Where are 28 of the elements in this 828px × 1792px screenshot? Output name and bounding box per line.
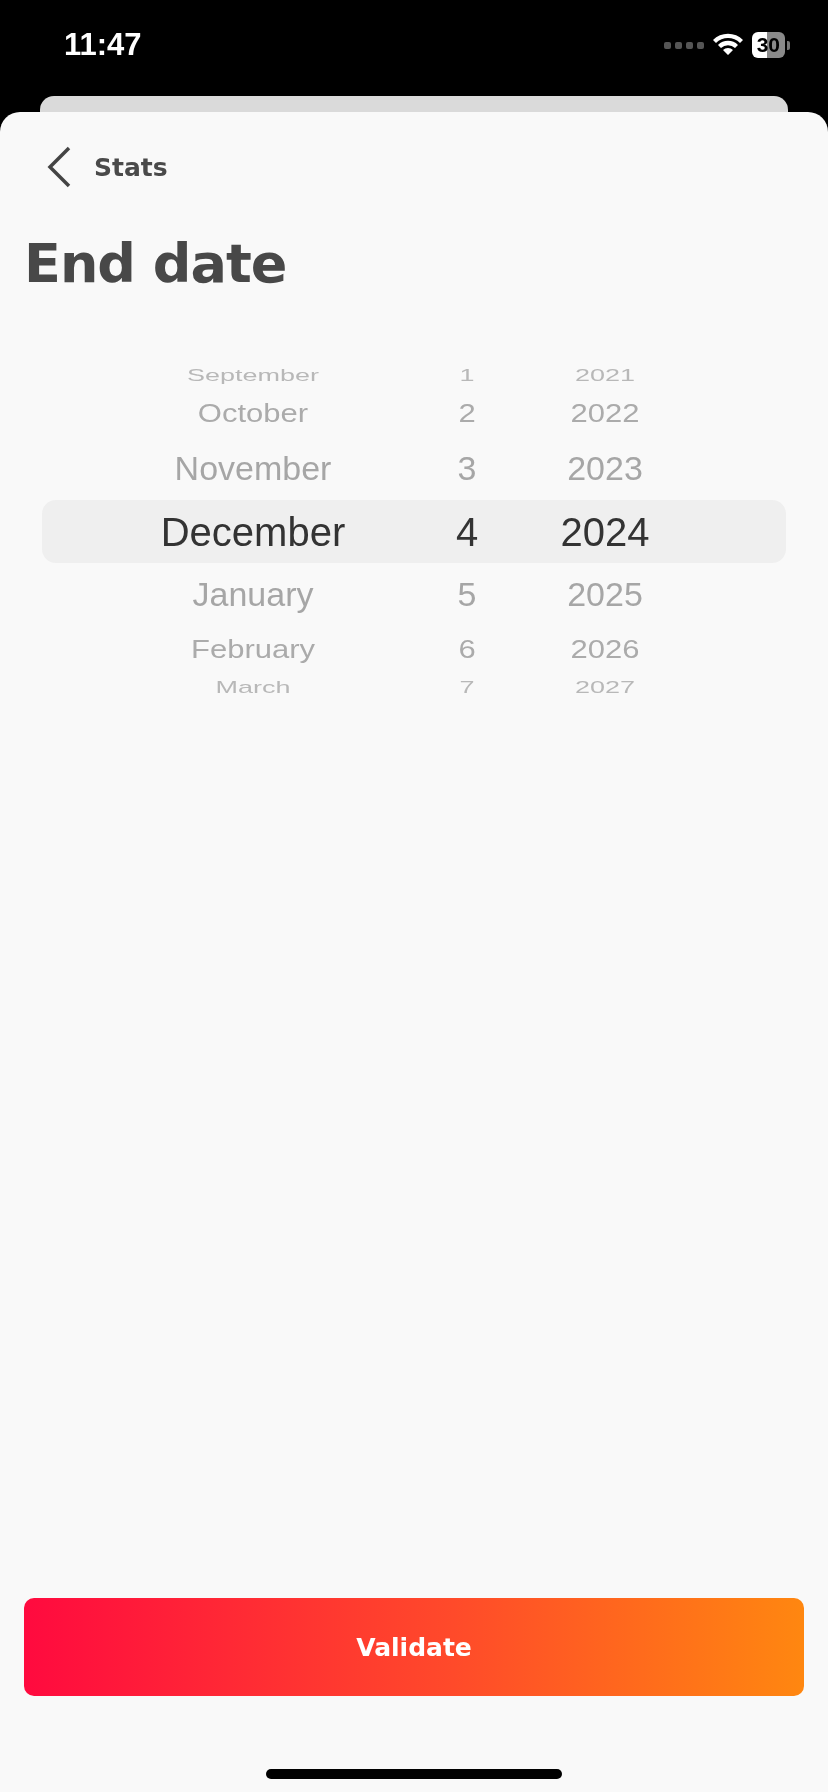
month-option[interactable]: September xyxy=(186,367,320,384)
month-option[interactable]: November xyxy=(174,452,332,485)
year-option[interactable]: 2027 xyxy=(574,679,636,696)
year-option[interactable]: 2026 xyxy=(570,636,640,663)
page-title: End date xyxy=(24,232,288,295)
day-option[interactable]: 6 xyxy=(458,636,476,663)
day-option[interactable]: 1 xyxy=(459,367,475,384)
month-option[interactable]: January xyxy=(192,578,314,611)
back-button[interactable]: Stats xyxy=(46,146,168,188)
month-option[interactable]: February xyxy=(190,636,315,663)
day-option[interactable]: 7 xyxy=(459,679,475,696)
year-option[interactable]: 2024 xyxy=(560,511,650,552)
day-option[interactable]: 3 xyxy=(457,452,477,485)
day-option[interactable]: 2 xyxy=(458,400,476,427)
validate-button[interactable]: Validate xyxy=(24,1598,804,1696)
year-option[interactable]: 2022 xyxy=(570,400,640,427)
status-time: 11:47 xyxy=(64,27,142,63)
year-option[interactable]: 2023 xyxy=(567,452,643,485)
signal-icon xyxy=(663,40,704,50)
chevron-left-icon xyxy=(46,146,72,188)
month-option[interactable]: October xyxy=(197,400,309,427)
month-option[interactable]: March xyxy=(215,679,291,696)
year-option[interactable]: 2021 xyxy=(574,367,636,384)
wifi-icon xyxy=(712,33,743,57)
day-option[interactable]: 5 xyxy=(457,578,477,611)
month-option[interactable]: December xyxy=(160,511,346,552)
day-option[interactable]: 4 xyxy=(455,511,479,552)
year-option[interactable]: 2025 xyxy=(567,578,643,611)
